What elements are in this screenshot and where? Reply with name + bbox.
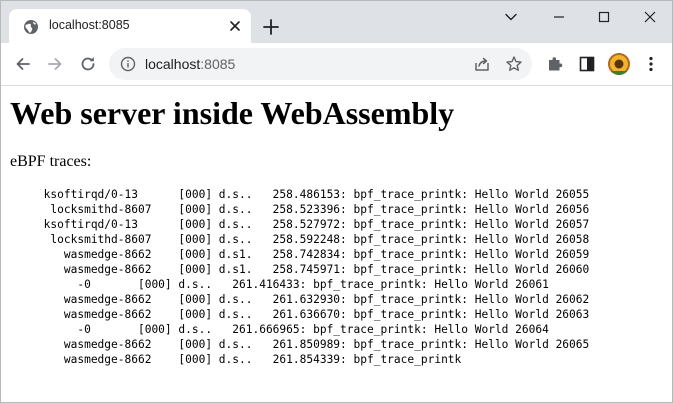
url-host: localhost xyxy=(145,56,201,72)
side-panel-icon[interactable] xyxy=(577,54,597,74)
page-content: Web server inside WebAssembly eBPF trace… xyxy=(1,87,672,402)
extensions-puzzle-icon[interactable] xyxy=(545,54,565,74)
tab-search-chevron-down-icon[interactable] xyxy=(501,7,521,27)
reload-icon[interactable] xyxy=(78,54,98,74)
trace-line: wasmedge-8662 [000] d.s.. 261.632930: bp… xyxy=(10,293,590,306)
site-info-icon[interactable] xyxy=(120,56,136,72)
trace-line: -0 [000] d.s.. 261.666965: bpf_trace_pri… xyxy=(10,323,549,336)
url-port: :8085 xyxy=(200,56,236,72)
trace-log: ksoftirqd/0-13 [000] d.s.. 258.486153: b… xyxy=(10,187,590,367)
trace-line: ksoftirqd/0-13 [000] d.s.. 258.527972: b… xyxy=(10,218,590,231)
page-heading: Web server inside WebAssembly xyxy=(10,95,455,131)
trace-line: wasmedge-8662 [000] d.s.. 261.636670: bp… xyxy=(10,308,590,321)
url-text[interactable]: localhost:8085 xyxy=(145,56,235,72)
trace-line: wasmedge-8662 [000] d.s1. 258.745971: bp… xyxy=(10,263,590,276)
minimize-icon[interactable] xyxy=(549,7,569,27)
browser-toolbar: localhost:8085 xyxy=(1,43,672,86)
trace-line: locksmithd-8607 [000] d.s.. 258.523396: … xyxy=(10,203,590,216)
trace-line: -0 [000] d.s.. 261.416433: bpf_trace_pri… xyxy=(10,278,549,291)
tab-strip: localhost:8085 xyxy=(1,1,672,43)
new-tab-plus-icon[interactable] xyxy=(261,17,281,37)
bookmark-star-icon[interactable] xyxy=(505,55,523,73)
forward-arrow-right-icon[interactable] xyxy=(45,54,65,74)
globe-icon xyxy=(24,20,38,34)
back-arrow-left-icon[interactable] xyxy=(13,54,33,74)
tab-title: localhost:8085 xyxy=(49,18,130,32)
intro-text: eBPF traces: xyxy=(10,153,92,170)
trace-line: wasmedge-8662 [000] d.s.. 261.854339: bp… xyxy=(10,353,462,366)
tab-localhost[interactable]: localhost:8085 xyxy=(9,9,251,43)
sunflower-icon xyxy=(608,53,630,75)
trace-line: wasmedge-8662 [000] d.s.. 261.850989: bp… xyxy=(10,338,590,351)
trace-line: locksmithd-8607 [000] d.s.. 258.592248: … xyxy=(10,233,590,246)
browser-window: localhost:8085 localhost:8085 Web server… xyxy=(0,0,673,403)
trace-line: ksoftirqd/0-13 [000] d.s.. 258.486153: b… xyxy=(10,188,590,201)
trace-line: wasmedge-8662 [000] d.s1. 258.742834: bp… xyxy=(10,248,590,261)
close-window-icon[interactable] xyxy=(640,7,660,27)
share-icon[interactable] xyxy=(473,55,491,73)
profile-avatar[interactable] xyxy=(608,53,630,75)
maximize-icon[interactable] xyxy=(594,7,614,27)
tab-close-icon[interactable] xyxy=(227,18,243,34)
address-bar[interactable]: localhost:8085 xyxy=(109,48,532,80)
kebab-menu-icon[interactable] xyxy=(641,54,661,74)
